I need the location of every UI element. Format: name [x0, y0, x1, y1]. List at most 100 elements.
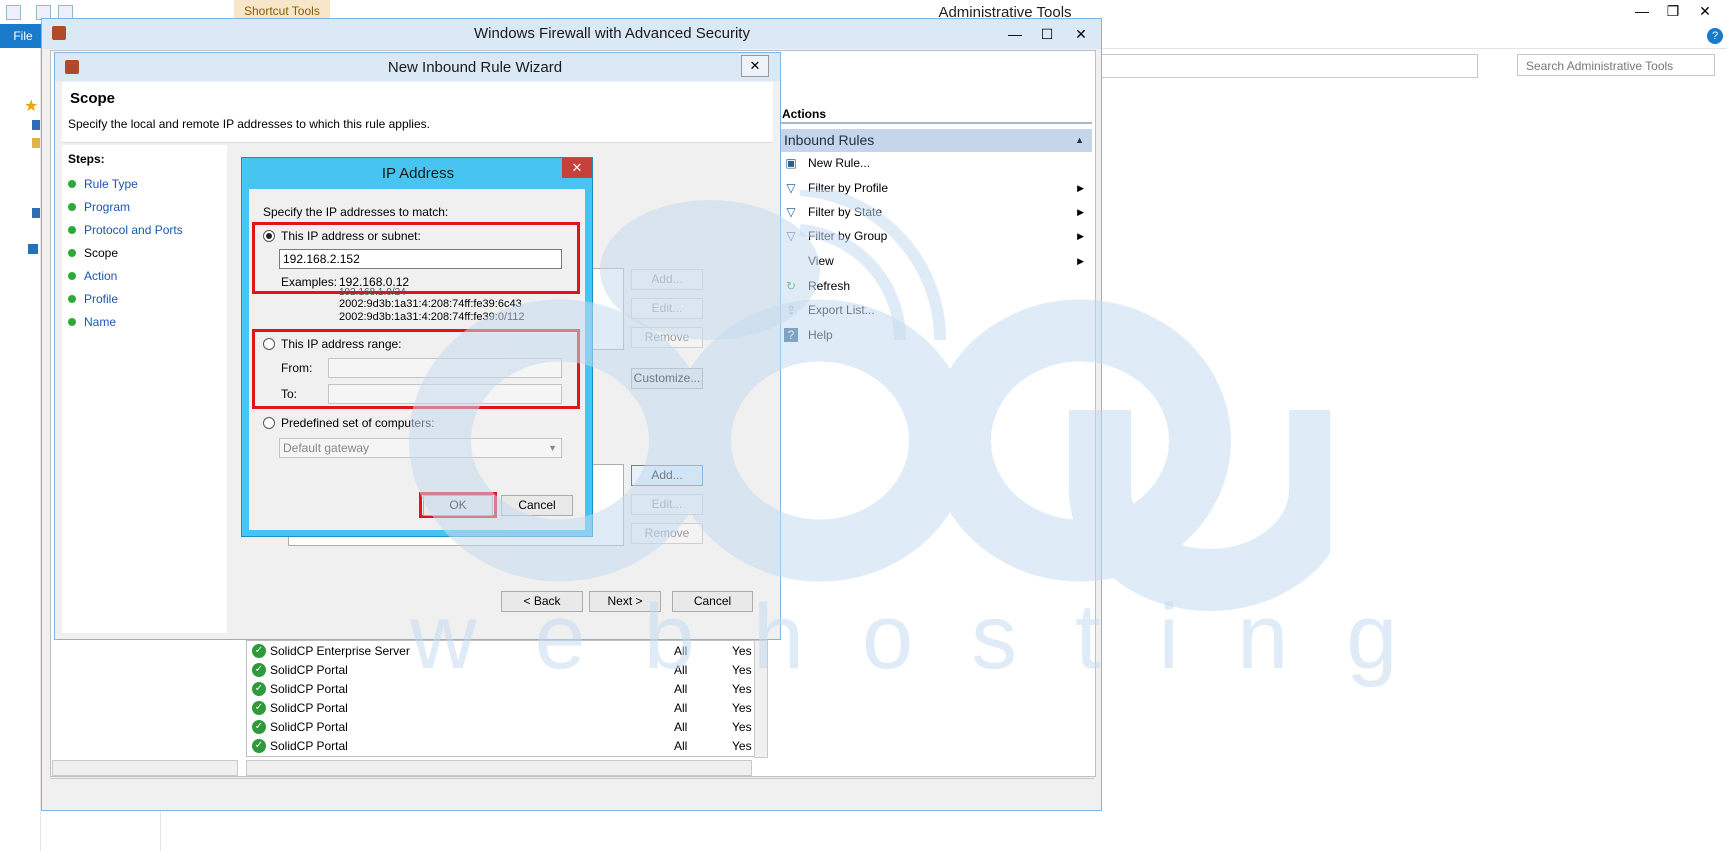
- wizard-titlebar: New Inbound Rule Wizard ✕: [55, 53, 780, 81]
- explorer-minimize-button[interactable]: —: [1627, 0, 1657, 22]
- steps-panel: [62, 145, 227, 633]
- example-value: 2002:9d3b:1a31:4:208:74ff:fe39:0/112: [339, 311, 525, 323]
- remote-remove-button[interactable]: Remove: [631, 523, 703, 544]
- radio-predefined-label: Predefined set of computers:: [281, 416, 435, 430]
- range-from-input[interactable]: [328, 358, 562, 378]
- radio-range[interactable]: [263, 338, 275, 350]
- navigation-pane: ★: [0, 48, 41, 851]
- step-dot-icon: [68, 295, 76, 303]
- filter-icon: ▽: [786, 229, 796, 243]
- submenu-arrow-icon: ▶: [1077, 256, 1084, 266]
- step-dot-icon: [68, 249, 76, 257]
- submenu-arrow-icon: ▶: [1077, 207, 1084, 217]
- chevron-down-icon: ▼: [548, 443, 557, 453]
- range-to-input[interactable]: [328, 384, 562, 404]
- properties-icon[interactable]: [6, 5, 21, 20]
- radio-range-label: This IP address range:: [281, 337, 402, 351]
- enabled-check-icon: ✓: [252, 663, 266, 677]
- table-row[interactable]: ✓ SolidCP Portal All Yes: [250, 699, 760, 718]
- status-bar: [50, 778, 1094, 803]
- examples-label: Examples:: [281, 275, 338, 289]
- export-icon: ⇪: [785, 303, 797, 317]
- firewall-minimize-button[interactable]: —: [1000, 23, 1030, 45]
- help-icon[interactable]: ?: [1707, 28, 1723, 44]
- predefined-select[interactable]: Default gateway ▼: [279, 438, 562, 458]
- steps-label: Steps:: [68, 152, 105, 166]
- firewall-close-button[interactable]: ✕: [1066, 23, 1096, 45]
- filter-icon: ▽: [786, 205, 796, 219]
- from-label: From:: [281, 361, 313, 375]
- watermark-brand: accu: [0, 0, 1, 1]
- radio-subnet-label: This IP address or subnet:: [281, 229, 421, 243]
- ip-dialog-body: Specify the IP addresses to match: This …: [249, 189, 585, 530]
- action-filter-by-group[interactable]: ▽ Filter by Group ▶: [784, 225, 1090, 247]
- local-remove-button[interactable]: Remove: [631, 327, 703, 348]
- local-add-button[interactable]: Add...: [631, 269, 703, 290]
- ip-dialog-close-button[interactable]: ✕: [562, 158, 592, 178]
- firewall-app-icon: [52, 26, 66, 40]
- action-help[interactable]: ? Help: [784, 324, 1090, 346]
- to-label: To:: [281, 387, 298, 401]
- radio-predefined[interactable]: [263, 417, 275, 429]
- action-filter-by-profile[interactable]: ▽ Filter by Profile ▶: [784, 177, 1090, 199]
- wizard-app-icon: [65, 60, 79, 74]
- left-pane-scrollbar[interactable]: [52, 760, 238, 776]
- desktop-icon[interactable]: [32, 120, 40, 130]
- submenu-arrow-icon: ▶: [1077, 231, 1084, 241]
- radio-subnet[interactable]: [263, 230, 275, 242]
- ip-address-dialog: IP Address ✕ Specify the IP addresses to…: [241, 157, 593, 537]
- wizard-title: New Inbound Rule Wizard: [387, 59, 563, 76]
- step-dot-icon: [68, 226, 76, 234]
- ip-dialog-instruction: Specify the IP addresses to match:: [263, 205, 449, 219]
- table-row[interactable]: ✓ SolidCP Portal All Yes: [250, 718, 760, 737]
- explorer-close-button[interactable]: ✕: [1690, 0, 1720, 22]
- local-edit-button[interactable]: Edit...: [631, 298, 703, 319]
- page-title: Scope: [70, 90, 116, 107]
- remote-edit-button[interactable]: Edit...: [631, 494, 703, 515]
- firewall-window-title: Windows Firewall with Advanced Security: [474, 25, 750, 42]
- ok-button[interactable]: OK: [423, 495, 493, 516]
- collapse-icon[interactable]: ▲: [1075, 129, 1084, 152]
- enabled-check-icon: ✓: [252, 739, 266, 753]
- favorites-star-icon[interactable]: ★: [24, 96, 38, 116]
- customize-button[interactable]: Customize...: [631, 368, 703, 389]
- submenu-arrow-icon: ▶: [1077, 183, 1084, 193]
- search-input[interactable]: Search Administrative Tools: [1517, 54, 1715, 76]
- step-dot-icon: [68, 318, 76, 326]
- example-value: 2002:9d3b:1a31:4:208:74ff:fe39:6c43: [339, 298, 522, 310]
- action-view[interactable]: View ▶: [784, 250, 1090, 272]
- inbound-rules-label: Inbound Rules: [784, 132, 875, 148]
- step-dot-icon: [68, 203, 76, 211]
- table-row[interactable]: ✓ SolidCP Portal All Yes: [250, 737, 760, 756]
- refresh-icon: ↻: [785, 279, 797, 293]
- help-icon: ?: [784, 328, 798, 342]
- filter-icon: ▽: [786, 181, 796, 195]
- predefined-select-value: Default gateway: [283, 441, 370, 455]
- firewall-titlebar: Windows Firewall with Advanced Security …: [42, 19, 1101, 49]
- explorer-restore-button[interactable]: ❐: [1658, 0, 1688, 22]
- enabled-check-icon: ✓: [252, 720, 266, 734]
- action-new-rule[interactable]: ▣ New Rule...: [784, 152, 1090, 174]
- inbound-rules-section[interactable]: Inbound Rules ▲: [780, 129, 1092, 152]
- action-filter-by-state[interactable]: ▽ Filter by State ▶: [784, 201, 1090, 223]
- firewall-maximize-button[interactable]: ☐: [1032, 23, 1062, 45]
- remote-add-button[interactable]: Add...: [631, 465, 703, 486]
- action-export-list[interactable]: ⇪ Export List...: [784, 299, 1090, 321]
- network-icon[interactable]: [28, 244, 38, 254]
- wizard-close-button[interactable]: ✕: [741, 55, 769, 77]
- actions-header: Actions: [780, 104, 1092, 124]
- example-value: 192.168.1.0/24: [339, 287, 406, 298]
- page-description: Specify the local and remote IP addresse…: [68, 117, 430, 131]
- computer-icon[interactable]: [32, 208, 40, 218]
- action-refresh[interactable]: ↻ Refresh: [784, 275, 1090, 297]
- file-tab[interactable]: File: [0, 24, 46, 48]
- wizard-header: [62, 82, 773, 143]
- folder-icon[interactable]: [32, 138, 40, 148]
- rules-scrollbar[interactable]: [246, 760, 752, 776]
- enabled-check-icon: ✓: [252, 682, 266, 696]
- ip-cancel-button[interactable]: Cancel: [501, 495, 573, 516]
- step-dot-icon: [68, 180, 76, 188]
- watermark-text: webhosting: [410, 586, 1456, 688]
- subnet-input[interactable]: 192.168.2.152: [279, 249, 562, 269]
- ip-dialog-title: IP Address: [381, 165, 455, 182]
